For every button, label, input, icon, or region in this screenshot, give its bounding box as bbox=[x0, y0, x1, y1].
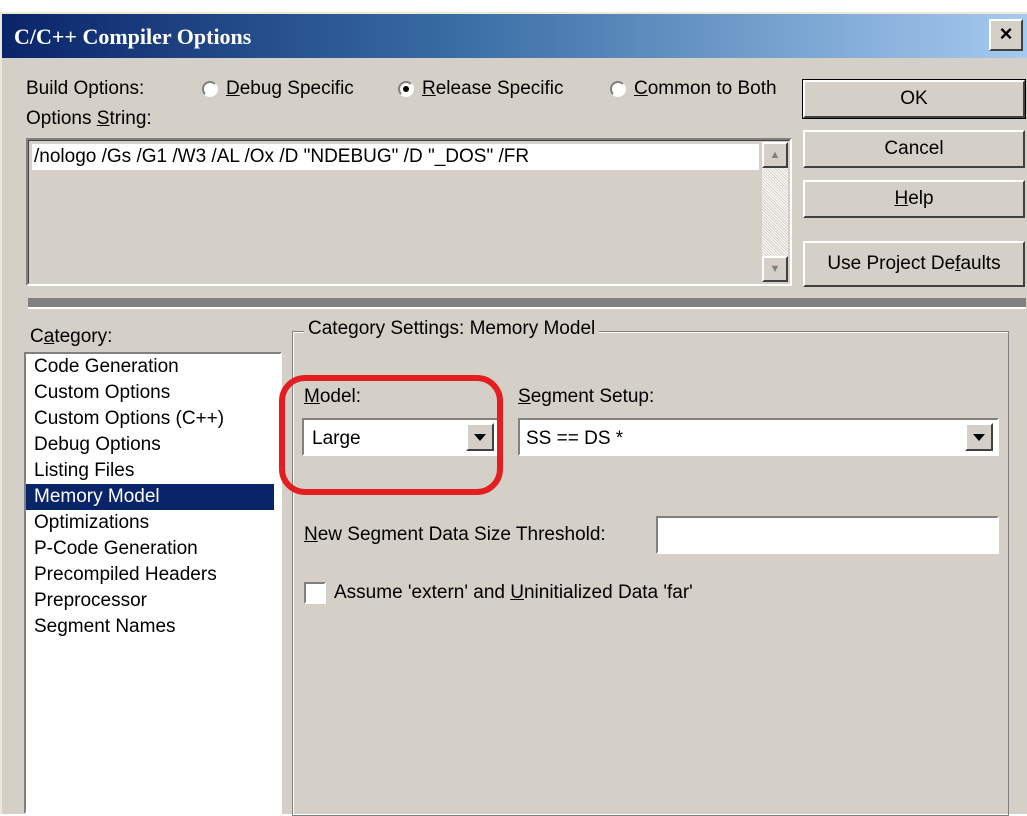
segment-setup-value: SS == DS * bbox=[526, 428, 624, 449]
build-options-label: Build Options: bbox=[26, 78, 145, 99]
group-title: Category Settings: Memory Model bbox=[304, 318, 600, 340]
list-item[interactable]: Custom Options (C++) bbox=[32, 406, 226, 432]
section-divider bbox=[28, 298, 1026, 309]
use-project-defaults-button[interactable]: Use Project Defaults bbox=[803, 241, 1025, 287]
compiler-options-dialog: C/C++ Compiler Options × Build Options: … bbox=[0, 12, 1027, 816]
threshold-input[interactable] bbox=[656, 516, 999, 554]
highlight-ring bbox=[279, 375, 503, 495]
list-item[interactable]: Debug Options bbox=[32, 432, 163, 458]
help-button[interactable]: Help bbox=[803, 180, 1025, 218]
list-item[interactable]: Precompiled Headers bbox=[32, 562, 219, 588]
cancel-button[interactable]: Cancel bbox=[803, 130, 1025, 168]
list-item-selected[interactable]: Memory Model bbox=[26, 484, 274, 510]
category-listbox[interactable]: Code Generation Custom Options Custom Op… bbox=[24, 352, 282, 814]
scroll-down-icon[interactable]: ▼ bbox=[762, 256, 788, 282]
radio-label-common: Common to Both bbox=[634, 78, 777, 99]
list-item[interactable]: Preprocessor bbox=[32, 588, 149, 614]
radio-label-debug: Debug Specific bbox=[226, 78, 354, 99]
list-item[interactable]: Optimizations bbox=[32, 510, 151, 536]
ok-button[interactable]: OK bbox=[802, 79, 1026, 119]
options-string-box[interactable]: /nologo /Gs /G1 /W3 /AL /Ox /D "NDEBUG" … bbox=[26, 138, 792, 286]
title-bar[interactable]: C/C++ Compiler Options × bbox=[2, 14, 1027, 58]
window-title: C/C++ Compiler Options bbox=[14, 24, 252, 49]
options-string-value[interactable]: /nologo /Gs /G1 /W3 /AL /Ox /D "NDEBUG" … bbox=[34, 146, 529, 168]
options-string-label: Options String: bbox=[26, 108, 152, 129]
segment-setup-dropdown[interactable]: SS == DS * bbox=[518, 418, 999, 456]
list-item[interactable]: Segment Names bbox=[32, 614, 178, 640]
radio-circle-release[interactable] bbox=[398, 81, 414, 97]
category-label: Category: bbox=[30, 326, 113, 347]
list-item[interactable]: Code Generation bbox=[32, 354, 181, 380]
dropdown-arrow-icon[interactable] bbox=[965, 423, 993, 451]
radio-circle-common[interactable] bbox=[610, 81, 626, 97]
radio-label-release: Release Specific bbox=[422, 78, 564, 99]
scroll-up-icon[interactable]: ▲ bbox=[762, 142, 788, 168]
list-item[interactable]: Custom Options bbox=[32, 380, 172, 406]
threshold-label: New Segment Data Size Threshold: bbox=[304, 524, 606, 545]
close-icon[interactable]: × bbox=[989, 19, 1023, 51]
list-item[interactable]: Listing Files bbox=[32, 458, 136, 484]
assume-far-label: Assume 'extern' and Uninitialized Data '… bbox=[334, 582, 693, 603]
radio-circle-debug[interactable] bbox=[202, 81, 218, 97]
list-item[interactable]: P-Code Generation bbox=[32, 536, 200, 562]
assume-far-checkbox[interactable] bbox=[304, 582, 326, 604]
segment-setup-label: Segment Setup: bbox=[518, 386, 655, 407]
